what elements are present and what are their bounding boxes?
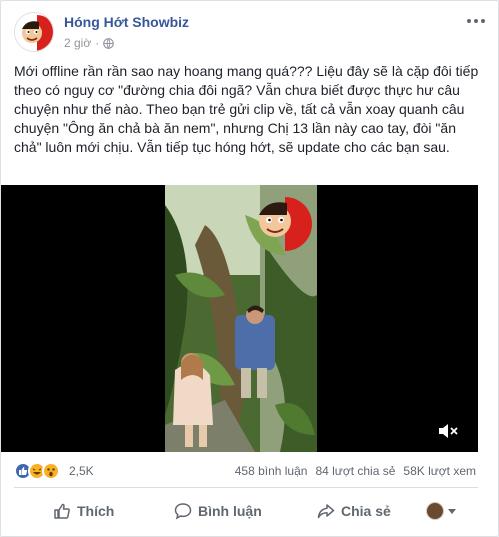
comment-count[interactable]: 458 bình luận xyxy=(235,464,308,478)
post-header: Hóng Hớt Showbiz 2 giờ · xyxy=(14,11,490,55)
actions-divider xyxy=(14,487,478,488)
mute-icon[interactable] xyxy=(437,422,459,440)
page-avatar[interactable] xyxy=(14,12,54,52)
reaction-icons[interactable] xyxy=(14,462,60,480)
video-frame xyxy=(165,185,317,452)
post-meta: 2 giờ · xyxy=(64,36,115,50)
globe-icon[interactable] xyxy=(103,37,115,49)
reactions-bar: 2,5K 458 bình luận 84 lượt chia sẻ 58K l… xyxy=(14,459,478,481)
more-options-icon[interactable] xyxy=(466,13,486,29)
share-icon xyxy=(317,504,335,519)
like-button[interactable]: Thích xyxy=(53,495,114,527)
avatar-logo xyxy=(15,13,53,51)
user-avatar xyxy=(426,502,444,520)
post-card: Hóng Hớt Showbiz 2 giờ · Mới offline rần… xyxy=(0,0,499,537)
view-count[interactable]: 58K lượt xem xyxy=(403,464,476,478)
share-button[interactable]: Chia sẻ xyxy=(317,495,391,527)
post-actions: Thích Bình luận Chia sẻ xyxy=(14,491,478,533)
meta-separator: · xyxy=(95,36,100,50)
thumbs-up-icon xyxy=(54,503,70,519)
share-count[interactable]: 84 lượt chia sẻ xyxy=(315,464,395,478)
wow-icon xyxy=(42,462,60,480)
share-button-label: Chia sẻ xyxy=(341,503,391,519)
comment-button[interactable]: Bình luận xyxy=(174,495,262,527)
post-timestamp[interactable]: 2 giờ xyxy=(64,36,91,50)
reaction-count[interactable]: 2,5K xyxy=(69,464,94,478)
comment-button-label: Bình luận xyxy=(198,503,262,519)
post-as-selector[interactable] xyxy=(426,502,456,520)
video-scene-image xyxy=(165,185,317,452)
page-name-link[interactable]: Hóng Hớt Showbiz xyxy=(64,14,189,30)
like-button-label: Thích xyxy=(77,503,115,519)
video-player[interactable] xyxy=(1,185,478,452)
post-stats: 458 bình luận 84 lượt chia sẻ 58K lượt x… xyxy=(235,464,476,478)
comment-icon xyxy=(174,503,192,520)
post-body-text: Mới offline rần rần sao nay hoang mang q… xyxy=(14,63,479,155)
chevron-down-icon xyxy=(448,508,456,514)
